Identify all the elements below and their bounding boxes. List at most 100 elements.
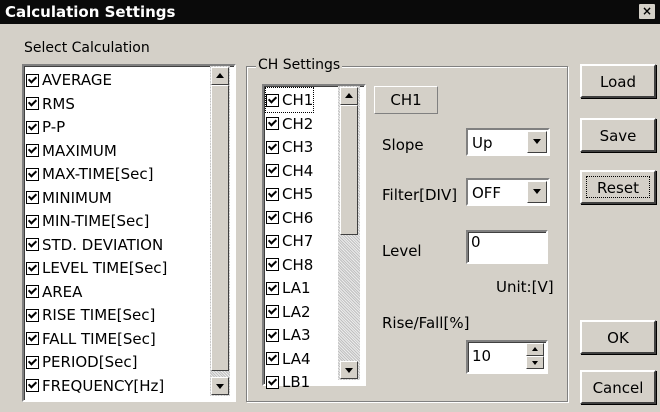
calculation-item[interactable]: FREQUENCY[Hz] [26,374,164,398]
scroll-thumb[interactable] [340,105,358,235]
save-button[interactable]: Save [580,118,656,152]
channel-item[interactable]: CH5 [266,182,313,206]
channel-item[interactable]: LB1 [266,370,310,394]
channel-item[interactable]: CH6 [266,206,313,230]
checkbox-icon[interactable] [26,261,39,275]
calculation-item[interactable]: RMS [26,92,75,116]
calculation-item[interactable]: MINIMUM [26,186,112,210]
level-input[interactable]: 0 [466,230,548,264]
channel-item[interactable]: LA3 [266,323,311,347]
slope-label: Slope [382,136,424,154]
channel-item[interactable]: CH7 [266,229,313,253]
channel-item-label: CH5 [282,185,314,203]
spin-down-button[interactable] [526,356,544,369]
checkbox-icon[interactable] [26,191,39,204]
calculation-item-label: FALL TIME[Sec] [42,329,156,348]
checkbox-icon[interactable] [266,93,279,107]
checkbox-icon[interactable] [266,352,279,365]
checkbox-icon[interactable] [26,167,39,181]
checkbox-icon[interactable] [26,73,39,87]
channel-list-scrollbar[interactable] [338,86,360,380]
calculation-list[interactable]: AVERAGE RMS P-P MAXIMUM MAX-TIME[Sec] MINIMUM… [22,64,236,402]
checkbox-icon[interactable] [26,379,39,392]
channel-item-label: LA4 [282,349,311,368]
checkbox-icon[interactable] [26,238,39,251]
channel-item[interactable]: LA1 [266,276,311,300]
calculation-item[interactable]: MAX-TIME[Sec] [26,162,153,186]
load-button[interactable]: Load [580,64,656,98]
channel-item-label: CH2 [282,114,314,133]
channel-item[interactable]: LA2 [266,300,311,324]
calculation-item-label: P-P [42,118,66,136]
checkbox-icon[interactable] [26,144,39,157]
filter-dropdown-button[interactable] [527,181,547,203]
scroll-down-button[interactable] [340,361,358,379]
checkbox-icon[interactable] [26,332,39,345]
calculation-item[interactable]: AREA [26,280,82,304]
checkbox-icon[interactable] [26,285,39,298]
checkbox-icon[interactable] [266,164,279,177]
channel-item[interactable]: LA4 [266,347,311,371]
filter-value: OFF [472,184,502,202]
channel-item[interactable]: CH2 [266,112,313,136]
channel-item[interactable]: CH4 [266,159,313,183]
cancel-button[interactable]: Cancel [580,370,656,404]
channel-item-label: CH4 [282,161,314,180]
calculation-item[interactable]: AVERAGE [26,68,112,92]
slope-select[interactable]: Up [466,128,550,156]
checkbox-icon[interactable] [266,305,279,318]
calculation-item[interactable]: P-P [26,115,65,139]
spin-up-button[interactable] [526,343,544,356]
calculation-item[interactable]: MAXIMUM [26,139,117,163]
scroll-up-button[interactable] [211,67,229,85]
channel-item-label: LA3 [282,326,311,344]
channel-item[interactable]: CH3 [266,135,313,159]
checkbox-icon[interactable] [266,211,279,224]
calculation-item[interactable]: LEVEL TIME[Sec] [26,256,167,280]
calculation-item-label: AVERAGE [42,71,112,89]
channel-item-label: LA1 [282,279,311,297]
channel-item[interactable]: CH1 [264,87,315,113]
calculation-item[interactable]: FALL TIME[Sec] [26,327,156,351]
level-label: Level [382,242,422,260]
checkbox-icon[interactable] [266,140,279,154]
selected-channel-display: CH1 [374,86,438,114]
level-value: 0 [471,233,481,251]
scroll-up-button[interactable] [340,87,358,105]
scroll-thumb[interactable] [211,85,229,371]
channel-item-label: LA2 [282,302,311,321]
calculation-item-label: MAX-TIME[Sec] [42,165,154,183]
filter-label: Filter[DIV] [382,186,458,204]
scroll-down-button[interactable] [211,377,229,395]
checkbox-icon[interactable] [266,117,279,130]
channel-item-label: CH1 [282,91,314,109]
checkbox-icon[interactable] [266,328,279,342]
checkbox-icon[interactable] [26,120,39,134]
checkbox-icon[interactable] [26,355,39,369]
checkbox-icon[interactable] [266,234,279,248]
checkbox-icon[interactable] [26,97,39,110]
channel-item-label: CH3 [282,138,314,156]
checkbox-icon[interactable] [266,281,279,295]
channel-item[interactable]: CH8 [266,253,313,277]
chevron-down-icon [533,139,541,144]
checkbox-icon[interactable] [266,375,279,389]
rise-fall-label: Rise/Fall[%] [382,314,470,332]
checkbox-icon[interactable] [266,187,279,201]
calculation-item[interactable]: RISE TIME[Sec] [26,303,155,327]
ok-button[interactable]: OK [580,320,656,354]
checkbox-icon[interactable] [26,308,39,322]
calculation-list-scrollbar[interactable] [210,66,230,396]
rise-fall-spinner[interactable]: 10 [466,340,548,374]
calculation-item[interactable]: STD. DEVIATION [26,233,163,257]
reset-button[interactable]: Reset [580,170,656,204]
close-icon[interactable]: × [639,4,655,19]
checkbox-icon[interactable] [266,258,279,271]
calculation-item[interactable]: PERIOD[Sec] [26,350,137,374]
calculation-item[interactable]: MIN-TIME[Sec] [26,209,149,233]
checkbox-icon[interactable] [26,214,39,228]
down-arrow-icon [532,361,538,365]
slope-dropdown-button[interactable] [527,131,547,153]
filter-select[interactable]: OFF [466,178,550,206]
calculation-item-label: MINIMUM [42,188,112,207]
